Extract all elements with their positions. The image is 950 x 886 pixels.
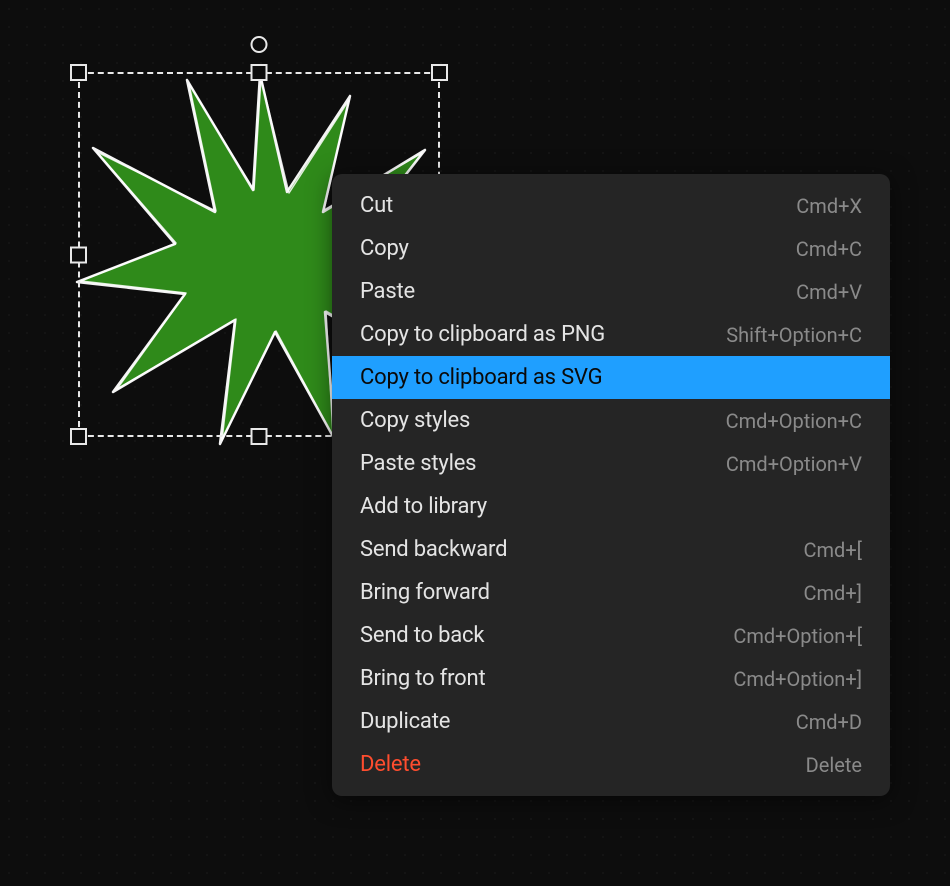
menu-item-copy-styles[interactable]: Copy styles Cmd+Option+C — [332, 399, 890, 442]
menu-item-label: Duplicate — [360, 709, 450, 734]
menu-item-label: Cut — [360, 193, 393, 218]
menu-item-label: Paste styles — [360, 451, 476, 476]
menu-item-shortcut: Cmd+[ — [804, 538, 863, 562]
menu-item-add-to-library[interactable]: Add to library — [332, 485, 890, 528]
menu-item-shortcut: Cmd+D — [796, 710, 862, 734]
menu-item-label: Copy to clipboard as SVG — [360, 365, 602, 390]
menu-item-shortcut: Cmd+] — [804, 581, 863, 605]
menu-item-paste-styles[interactable]: Paste styles Cmd+Option+V — [332, 442, 890, 485]
menu-item-shortcut: Cmd+C — [796, 237, 862, 261]
menu-item-label: Add to library — [360, 494, 487, 519]
menu-item-label: Send backward — [360, 537, 507, 562]
menu-item-label: Delete — [360, 752, 421, 777]
menu-item-shortcut: Cmd+V — [796, 280, 862, 304]
menu-item-duplicate[interactable]: Duplicate Cmd+D — [332, 700, 890, 743]
menu-item-shortcut: Cmd+X — [796, 194, 862, 218]
menu-item-copy-to-clipboard-as-png[interactable]: Copy to clipboard as PNG Shift+Option+C — [332, 313, 890, 356]
menu-item-send-to-back[interactable]: Send to back Cmd+Option+[ — [332, 614, 890, 657]
menu-item-label: Paste — [360, 279, 415, 304]
menu-item-label: Bring forward — [360, 580, 490, 605]
menu-item-shortcut: Cmd+Option+V — [726, 452, 862, 476]
menu-item-shortcut: Delete — [806, 753, 862, 777]
menu-item-copy[interactable]: Copy Cmd+C — [332, 227, 890, 270]
menu-item-label: Send to back — [360, 623, 484, 648]
menu-item-shortcut: Shift+Option+C — [726, 323, 862, 347]
context-menu[interactable]: Cut Cmd+X Copy Cmd+C Paste Cmd+V Copy to clipb… — [332, 174, 890, 796]
menu-item-shortcut: Cmd+Option+] — [733, 667, 862, 691]
menu-item-label: Copy — [360, 236, 409, 261]
menu-item-label: Bring to front — [360, 666, 485, 691]
menu-item-label: Copy styles — [360, 408, 470, 433]
menu-item-send-backward[interactable]: Send backward Cmd+[ — [332, 528, 890, 571]
rotate-handle[interactable] — [251, 36, 268, 53]
menu-item-copy-to-clipboard-as-svg[interactable]: Copy to clipboard as SVG — [332, 356, 890, 399]
menu-item-shortcut: Cmd+Option+C — [726, 409, 862, 433]
drawing-canvas[interactable]: Cut Cmd+X Copy Cmd+C Paste Cmd+V Copy to clipb… — [0, 0, 950, 886]
menu-item-delete[interactable]: Delete Delete — [332, 743, 890, 786]
menu-item-shortcut: Cmd+Option+[ — [733, 624, 862, 648]
menu-item-bring-to-front[interactable]: Bring to front Cmd+Option+] — [332, 657, 890, 700]
menu-item-paste[interactable]: Paste Cmd+V — [332, 270, 890, 313]
menu-item-cut[interactable]: Cut Cmd+X — [332, 184, 890, 227]
menu-item-bring-forward[interactable]: Bring forward Cmd+] — [332, 571, 890, 614]
menu-item-label: Copy to clipboard as PNG — [360, 322, 605, 347]
